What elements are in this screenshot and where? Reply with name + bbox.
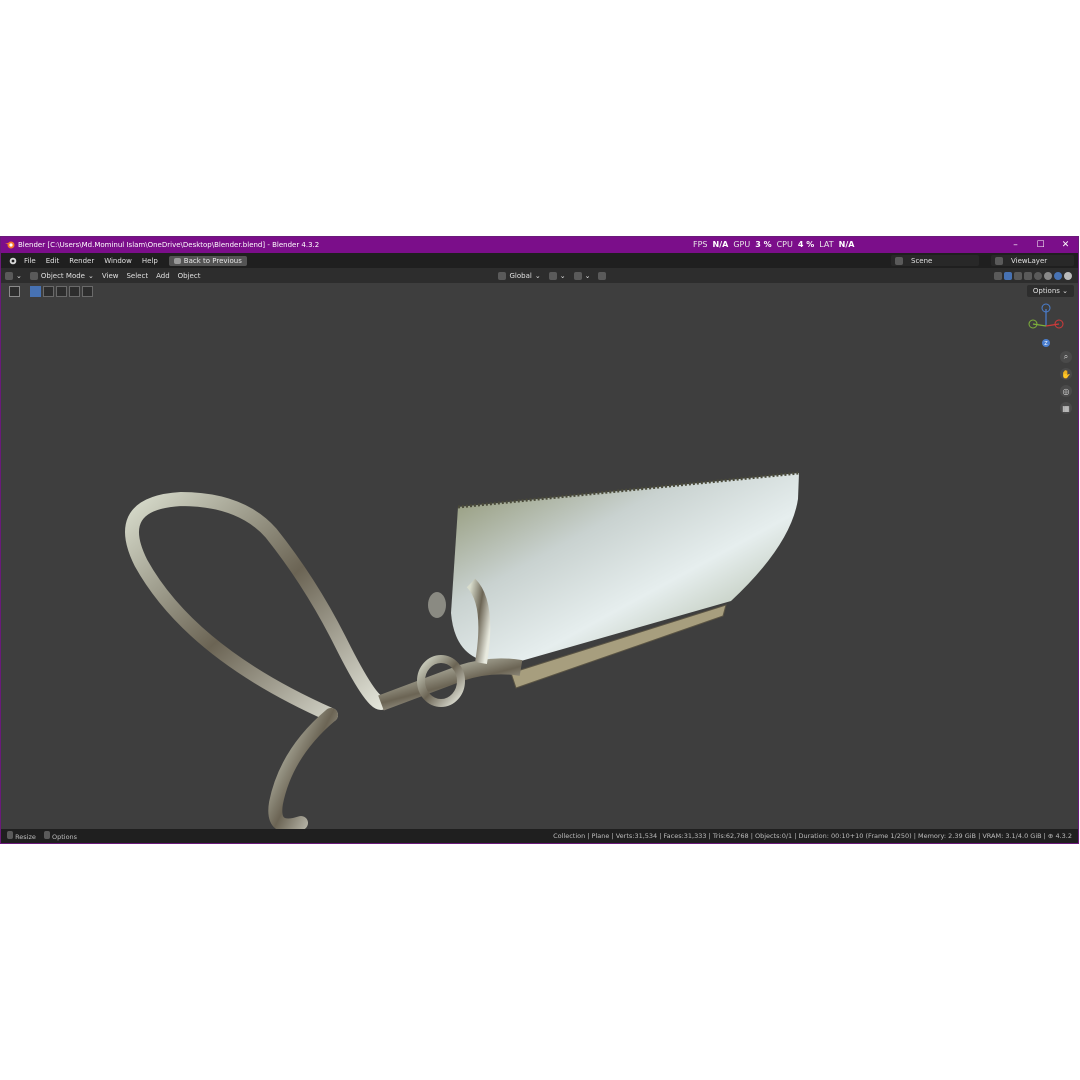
mode-dropdown[interactable]: Object Mode ⌄ (26, 271, 98, 280)
fps-value: N/A (712, 239, 729, 249)
scene-name: Scene (911, 256, 933, 265)
material-shading-icon[interactable] (1054, 271, 1062, 280)
window-title: Blender [C:\Users\Md.Mominul Islam\OneDr… (18, 241, 320, 249)
back-to-previous-label: Back to Previous (183, 256, 242, 265)
saw-blade (451, 471, 800, 663)
back-to-previous-button[interactable]: Back to Previous (168, 255, 247, 266)
close-button[interactable]: ✕ (1053, 237, 1078, 253)
viewport-header: ⌄ Object Mode ⌄ View Select Add Object Gl… (1, 268, 1078, 283)
scene-icon (895, 256, 903, 265)
version-label: 4.3.2 (1055, 832, 1072, 840)
3d-viewport[interactable]: Options ⌄ Z ⌕ ✋ ◎ ▦ (1, 283, 1078, 829)
resize-hint: Resize (7, 831, 36, 841)
viewlayer-selector[interactable]: ViewLayer (991, 255, 1074, 266)
proportional-edit-icon (598, 271, 607, 280)
top-menu-bar: File Edit Render Window Help Back to Pre… (1, 240, 1078, 268)
fps-label: FPS (693, 239, 708, 249)
performance-stats: FPS N/A GPU 3 % CPU 4 % LAT N/A (693, 238, 854, 250)
gpu-label: GPU (733, 239, 751, 249)
mouse-icon (7, 831, 13, 839)
overlay-toggle-icon[interactable] (1014, 271, 1022, 280)
orientation-dropdown[interactable]: Global ⌄ (494, 271, 544, 280)
options-hint-label: Options (51, 833, 78, 841)
mode-label: Object Mode (40, 271, 85, 280)
back-icon (173, 257, 181, 264)
globe-icon: ⊕ (1047, 832, 1054, 840)
menu-add[interactable]: Add (152, 272, 174, 280)
menu-file[interactable]: File (19, 257, 41, 265)
proportional-edit-toggle[interactable] (594, 271, 610, 280)
saw-model[interactable] (1, 283, 1078, 829)
scene-selector[interactable]: Scene (891, 255, 979, 266)
thumb-screw (428, 592, 446, 618)
menu-select[interactable]: Select (122, 272, 152, 280)
mouse-icon (43, 831, 50, 839)
gpu-value: 3 % (755, 239, 772, 249)
solid-shading-icon[interactable] (1044, 271, 1052, 280)
viewlayer-name: ViewLayer (1011, 256, 1048, 265)
xray-icon[interactable] (1024, 271, 1032, 280)
snap-toggle[interactable]: ⌄ (570, 271, 595, 280)
menu-window[interactable]: Window (99, 257, 137, 265)
blender-menu-icon[interactable] (5, 256, 19, 266)
visibility-icon[interactable] (994, 271, 1002, 280)
rendered-shading-icon[interactable] (1064, 271, 1072, 280)
menu-view[interactable]: View (98, 272, 123, 280)
viewlayer-icon (995, 256, 1003, 265)
cpu-value: 4 % (797, 239, 815, 249)
object-mode-icon (29, 271, 38, 280)
orientation-label: Global (509, 271, 532, 280)
pivot-dropdown[interactable]: ⌄ (545, 271, 570, 280)
menu-object[interactable]: Object (174, 272, 205, 280)
options-hint: Options (43, 831, 78, 841)
resize-label: Resize (15, 833, 36, 841)
lat-label: LAT (819, 239, 834, 249)
title-bar: Blender [C:\Users\Md.Mominul Islam\OneDr… (1, 237, 1078, 253)
orientation-icon (498, 271, 507, 280)
gizmo-toggle-icon[interactable] (1004, 271, 1012, 280)
snap-icon (573, 271, 582, 280)
lat-value: N/A (838, 239, 855, 249)
minimize-button[interactable]: – (1003, 237, 1028, 253)
editor-type-icon (5, 271, 13, 280)
cpu-label: CPU (776, 239, 793, 249)
menu-render[interactable]: Render (64, 257, 99, 265)
shading-modes[interactable] (990, 271, 1078, 280)
editor-type-dropdown[interactable]: ⌄ (1, 271, 26, 280)
blender-logo-icon (5, 241, 15, 249)
status-bar: Resize Options Collection | Plane | Vert… (1, 829, 1078, 843)
scene-statistics: Collection | Plane | Verts:31,534 | Face… (553, 832, 1046, 840)
menu-edit[interactable]: Edit (41, 257, 65, 265)
menu-help[interactable]: Help (137, 257, 163, 265)
pivot-icon (548, 271, 557, 280)
maximize-button[interactable]: ☐ (1028, 237, 1053, 253)
wireframe-shading-icon[interactable] (1034, 271, 1042, 280)
blender-window: Blender [C:\Users\Md.Mominul Islam\OneDr… (1, 237, 1078, 843)
